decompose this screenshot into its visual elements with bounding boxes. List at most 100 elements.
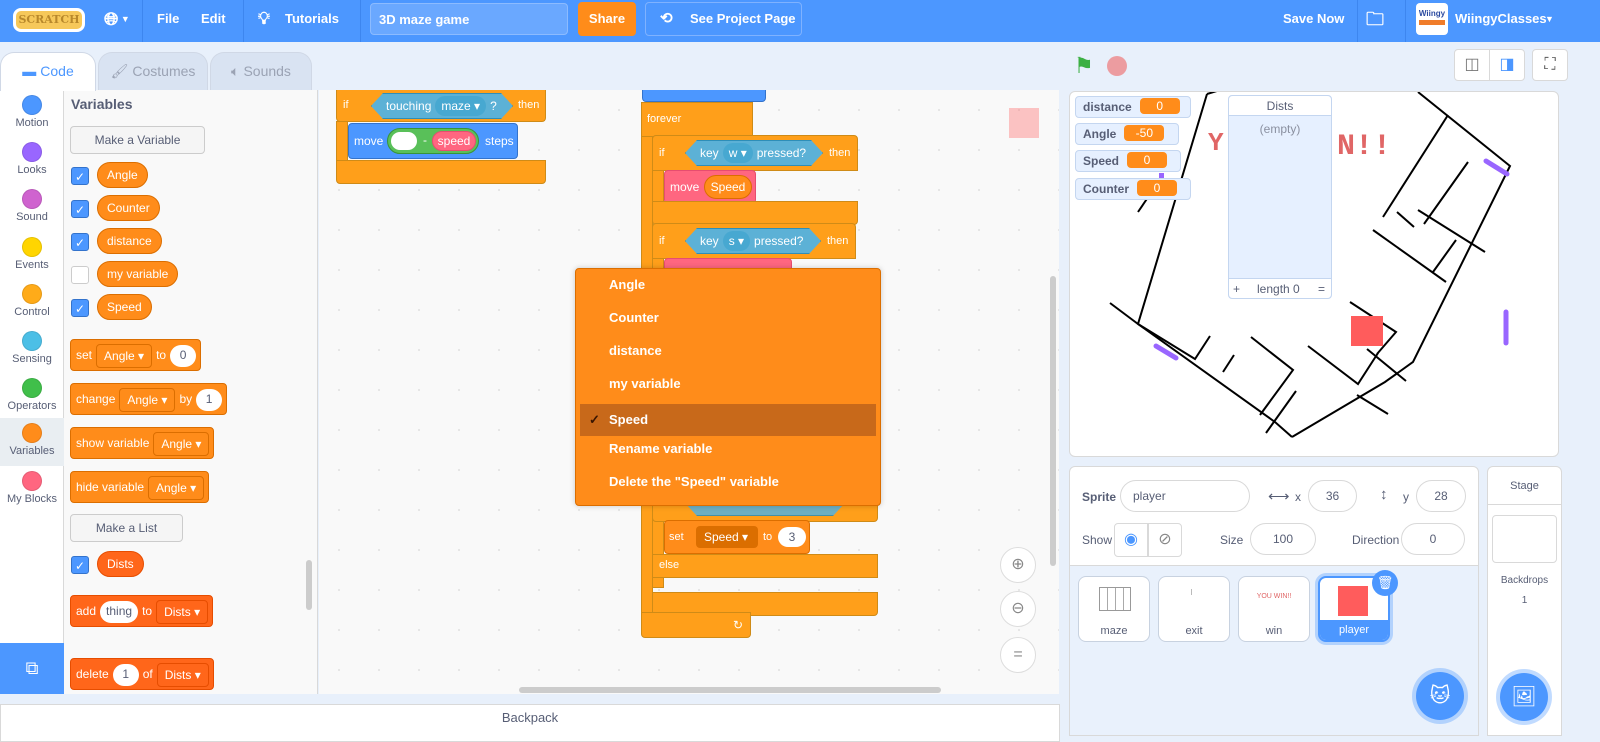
file-menu[interactable]: File <box>157 0 179 42</box>
dropdown-rename-variable[interactable]: Rename variable <box>580 433 876 465</box>
delete-of-list-block[interactable]: delete 1 of Dists ▾ <box>70 658 214 690</box>
make-list-button[interactable]: Make a List <box>70 514 183 542</box>
dropdown-option-angle[interactable]: Angle <box>580 269 876 301</box>
show-variable-block[interactable]: show variable Angle ▾ <box>70 427 215 459</box>
key-w-pressed-block[interactable]: key w ▾ pressed? <box>685 140 823 166</box>
set-value-input[interactable]: 0 <box>170 344 197 367</box>
stage-target-panel[interactable]: Stage Backdrops 1 🖼︎ <box>1487 466 1562 736</box>
delete-sprite-trash-icon[interactable]: 🗑︎ <box>1372 570 1398 596</box>
variable-checkbox-angle[interactable]: ✓ <box>71 167 89 185</box>
variable-reporter-my-variable[interactable]: my variable <box>97 261 179 287</box>
add-list-dropdown[interactable]: Dists ▾ <box>156 599 209 624</box>
zoom-out-button[interactable]: ⊖ <box>1000 591 1036 627</box>
touching-sensing-block[interactable]: touching maze ▾? <box>371 93 513 119</box>
point-direction-block[interactable] <box>642 90 766 102</box>
sprite-tile-win[interactable]: YOU WIN!! win <box>1238 576 1310 642</box>
username[interactable]: WiingyClasses <box>1455 0 1547 42</box>
see-project-page-button[interactable]: ⟲ See Project Page <box>645 2 802 36</box>
touching-target-dropdown[interactable]: maze ▾ <box>435 96 486 116</box>
list-reporter-dists[interactable]: Dists <box>97 551 144 577</box>
set-variable-block[interactable]: set Angle ▾ to 0 <box>70 339 202 371</box>
make-variable-button[interactable]: Make a Variable <box>70 126 205 154</box>
monitor-angle[interactable]: Angle -50 <box>1075 123 1179 145</box>
size-input[interactable]: 100 <box>1250 523 1316 555</box>
choose-backdrop-button[interactable]: 🖼︎ <box>1500 673 1548 721</box>
language-globe-icon[interactable]: 🌐︎ ▼ <box>104 0 140 42</box>
sprite-name-input[interactable]: player <box>1120 480 1250 512</box>
category-variables[interactable]: Variables <box>0 418 64 466</box>
hide-variable-dropdown[interactable]: Angle ▾ <box>148 475 205 500</box>
monitor-distance[interactable]: distance 0 <box>1075 96 1191 118</box>
workspace-horizontal-scrollbar[interactable] <box>519 687 941 693</box>
tutorials-button[interactable]: Tutorials <box>285 0 339 42</box>
dropdown-option-speed[interactable]: ✓ Speed <box>580 404 876 436</box>
zoom-in-button[interactable]: ⊕ <box>1000 547 1036 583</box>
variable-reporter-speed[interactable]: Speed <box>97 294 152 320</box>
variable-reporter-counter[interactable]: Counter <box>97 195 160 221</box>
speed-reporter[interactable]: speed <box>432 131 476 151</box>
category-control[interactable]: Control <box>0 279 64 327</box>
category-sensing[interactable]: Sensing <box>0 326 64 374</box>
edit-menu[interactable]: Edit <box>201 0 226 42</box>
y-position-input[interactable]: 28 <box>1416 480 1466 512</box>
small-stage-button[interactable]: ◫ <box>1454 49 1490 81</box>
key-s-pressed-block[interactable]: key s ▾ pressed? <box>685 228 821 254</box>
add-to-list-block[interactable]: add thing to Dists ▾ <box>70 595 214 627</box>
key-s-dropdown[interactable]: s ▾ <box>723 231 750 251</box>
dropdown-delete-variable[interactable]: Delete the "Speed" variable <box>580 466 876 498</box>
list-monitor-dists[interactable]: Dists (empty) + length 0 = <box>1228 95 1332 299</box>
set-speed-dropdown[interactable]: Speed ▾ <box>696 526 758 548</box>
monitor-counter[interactable]: Counter 0 <box>1075 178 1191 200</box>
variable-checkbox-counter[interactable]: ✓ <box>71 200 89 218</box>
reset-zoom-button[interactable]: = <box>1000 637 1036 673</box>
workspace-vertical-scrollbar[interactable] <box>1050 276 1056 566</box>
dropdown-option-my-variable[interactable]: my variable <box>580 368 876 400</box>
monitor-speed[interactable]: Speed 0 <box>1075 150 1181 172</box>
set-speed-value-input[interactable]: 3 <box>778 527 806 547</box>
variable-checkbox-my-variable[interactable] <box>71 266 89 284</box>
normal-stage-button[interactable]: ◨ <box>1489 49 1525 81</box>
palette-scrollbar[interactable] <box>306 560 312 610</box>
category-looks[interactable]: Looks <box>0 137 64 185</box>
subtract-operator-block[interactable]: - speed <box>387 128 479 154</box>
operand-input[interactable] <box>391 132 417 150</box>
list-resize-handle[interactable]: = <box>1318 282 1325 296</box>
tab-sounds[interactable]: 🔈︎ Sounds <box>210 52 312 90</box>
change-value-input[interactable]: 1 <box>196 388 223 411</box>
dropdown-option-distance[interactable]: distance <box>580 335 876 367</box>
variable-reporter-angle[interactable]: Angle <box>97 162 148 188</box>
delete-index-input[interactable]: 1 <box>112 663 139 686</box>
change-variable-dropdown[interactable]: Angle ▾ <box>119 387 176 412</box>
tab-code[interactable]: ▬ Code <box>0 52 96 91</box>
list-add-item-button[interactable]: + <box>1233 282 1240 296</box>
tab-costumes[interactable]: 🖌︎ Costumes <box>98 52 208 90</box>
speed-variable-reporter[interactable]: Speed <box>704 175 752 199</box>
delete-list-dropdown[interactable]: Dists ▾ <box>156 662 209 687</box>
category-motion[interactable]: Motion <box>0 90 64 138</box>
variable-reporter-distance[interactable]: distance <box>97 228 162 254</box>
show-hidden-eye-icon[interactable]: ⊘ <box>1148 523 1182 557</box>
my-stuff-folder-icon[interactable]: 🗀 <box>1366 0 1384 42</box>
key-w-dropdown[interactable]: w ▾ <box>723 143 753 163</box>
show-variable-dropdown[interactable]: Angle ▾ <box>153 431 210 456</box>
sprite-tile-exit[interactable]: exit <box>1158 576 1230 642</box>
stage-thumbnail[interactable] <box>1492 515 1557 563</box>
category-my-blocks[interactable]: My Blocks <box>0 466 64 514</box>
show-visible-eye-icon[interactable]: ◉ <box>1114 523 1148 557</box>
x-position-input[interactable]: 36 <box>1308 480 1357 512</box>
change-variable-block[interactable]: change Angle ▾ by 1 <box>70 383 228 415</box>
project-title-input[interactable]: 3D maze game <box>370 3 568 35</box>
green-flag-icon[interactable]: ⚑ <box>1074 53 1094 79</box>
fullscreen-button[interactable]: ⛶ <box>1532 49 1568 81</box>
add-extension-button[interactable]: ⧉ <box>0 643 64 694</box>
user-avatar[interactable]: Wiingy <box>1416 3 1448 35</box>
direction-input[interactable]: 0 <box>1401 523 1465 555</box>
backpack[interactable]: Backpack <box>0 704 1060 742</box>
variable-checkbox-distance[interactable]: ✓ <box>71 233 89 251</box>
save-now-button[interactable]: Save Now <box>1283 0 1344 42</box>
add-value-input[interactable]: thing <box>100 600 139 623</box>
list-checkbox-dists[interactable]: ✓ <box>71 556 89 574</box>
stop-sign-icon[interactable] <box>1107 56 1127 76</box>
sprite-tile-maze[interactable]: maze <box>1078 576 1150 642</box>
stage-canvas[interactable]: Y N!! distance 0 Angle -50 Speed 0 Counter 0… <box>1069 91 1559 457</box>
